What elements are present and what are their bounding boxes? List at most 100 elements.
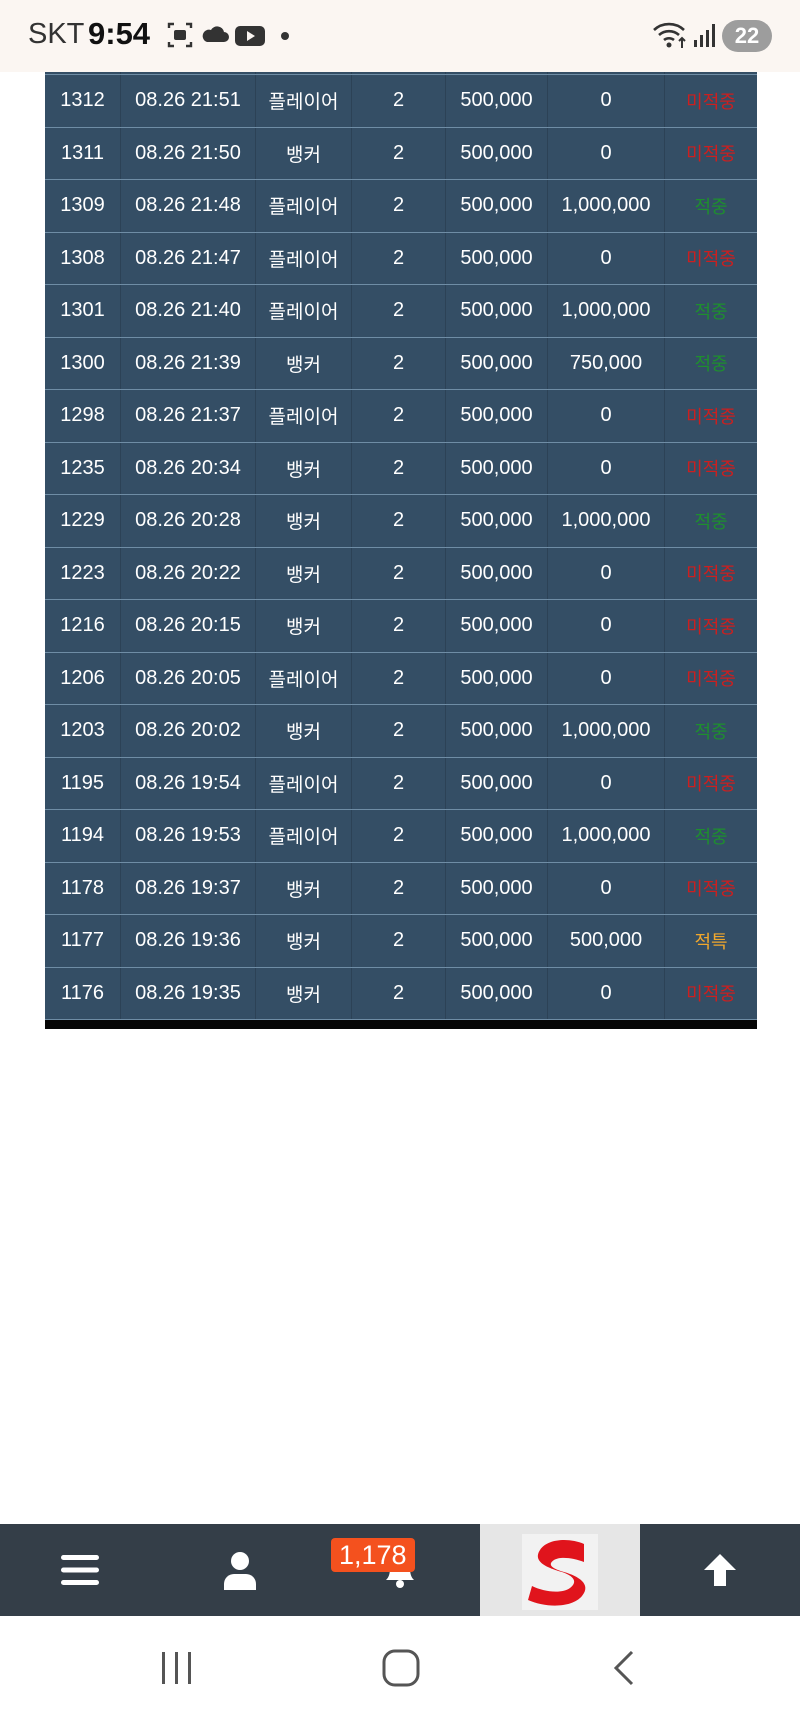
bet-id-cell: 1309 bbox=[45, 180, 121, 232]
win-amount-cell: 1,000,000 bbox=[548, 285, 665, 337]
pick-cell: 뱅커 bbox=[256, 337, 352, 389]
scroll-top-button[interactable] bbox=[680, 1524, 760, 1616]
win-amount-cell: 0 bbox=[548, 442, 665, 494]
bet-amount-cell: 500,000 bbox=[446, 547, 548, 599]
odds-cell: 2 bbox=[352, 180, 446, 232]
table-row: 1312 08.26 21:51 플레이어 2 500,000 0 미적중 bbox=[45, 75, 757, 128]
bet-amount-cell: 500,000 bbox=[446, 337, 548, 389]
pick-cell: 뱅커 bbox=[256, 600, 352, 652]
bet-time-cell: 08.26 21:39 bbox=[121, 337, 256, 389]
pick-cell: 플레이어 bbox=[256, 757, 352, 809]
odds-cell: 2 bbox=[352, 127, 446, 179]
result-cell: 미적중 bbox=[686, 91, 736, 113]
odds-cell: 2 bbox=[352, 285, 446, 337]
result-cell: 미적중 bbox=[686, 669, 736, 691]
odds-cell: 2 bbox=[352, 232, 446, 284]
table-row: 1216 08.26 20:15 뱅커 2 500,000 0 미적중 bbox=[45, 600, 757, 653]
bet-amount-cell: 500,000 bbox=[446, 705, 548, 757]
signal-icon bbox=[692, 20, 716, 50]
odds-cell: 2 bbox=[352, 600, 446, 652]
bet-time-cell: 08.26 21:50 bbox=[121, 127, 256, 179]
bet-time-cell: 08.26 21:48 bbox=[121, 180, 256, 232]
bet-id-cell: 1216 bbox=[45, 600, 121, 652]
site-logo-button[interactable] bbox=[480, 1524, 640, 1616]
bet-amount-cell: 500,000 bbox=[446, 915, 548, 967]
bet-time-cell: 08.26 19:53 bbox=[121, 810, 256, 862]
home-button[interactable] bbox=[378, 1646, 424, 1690]
win-amount-cell: 0 bbox=[548, 232, 665, 284]
bet-id-cell: 1223 bbox=[45, 547, 121, 599]
result-cell: 적중 bbox=[694, 511, 728, 533]
bet-id-cell: 1298 bbox=[45, 390, 121, 442]
odds-cell: 2 bbox=[352, 442, 446, 494]
pick-cell: 플레이어 bbox=[256, 232, 352, 284]
bet-amount-cell: 500,000 bbox=[446, 967, 548, 1019]
bet-id-cell: 1300 bbox=[45, 337, 121, 389]
table-row: 1308 08.26 21:47 플레이어 2 500,000 0 미적중 bbox=[45, 232, 757, 285]
pick-cell: 뱅커 bbox=[256, 495, 352, 547]
bet-amount-cell: 500,000 bbox=[446, 862, 548, 914]
bet-id-cell: 1311 bbox=[45, 127, 121, 179]
odds-cell: 2 bbox=[352, 810, 446, 862]
result-cell: 적중 bbox=[694, 196, 728, 218]
table-row: 1298 08.26 21:37 플레이어 2 500,000 0 미적중 bbox=[45, 390, 757, 443]
youtube-icon bbox=[234, 20, 266, 50]
win-amount-cell: 1,000,000 bbox=[548, 495, 665, 547]
result-cell: 미적중 bbox=[686, 144, 736, 166]
back-button[interactable] bbox=[604, 1646, 644, 1690]
pick-cell: 플레이어 bbox=[256, 390, 352, 442]
odds-cell: 2 bbox=[352, 757, 446, 809]
win-amount-cell: 1,000,000 bbox=[548, 180, 665, 232]
table-row: 1203 08.26 20:02 뱅커 2 500,000 1,000,000 적중 bbox=[45, 705, 757, 758]
win-amount-cell: 0 bbox=[548, 862, 665, 914]
bet-amount-cell: 500,000 bbox=[446, 442, 548, 494]
pick-cell: 플레이어 bbox=[256, 652, 352, 704]
pick-cell: 뱅커 bbox=[256, 915, 352, 967]
status-bar: SKT 9:54 22 bbox=[0, 0, 800, 72]
table-row: 1311 08.26 21:50 뱅커 2 500,000 0 미적중 bbox=[45, 127, 757, 180]
result-cell: 미적중 bbox=[686, 879, 736, 901]
pick-cell: 뱅커 bbox=[256, 967, 352, 1019]
win-amount-cell: 1,000,000 bbox=[548, 810, 665, 862]
result-cell: 미적중 bbox=[686, 406, 736, 428]
recent-apps-button[interactable] bbox=[150, 1646, 204, 1690]
pick-cell: 뱅커 bbox=[256, 127, 352, 179]
result-cell: 미적중 bbox=[686, 616, 736, 638]
bet-amount-cell: 500,000 bbox=[446, 180, 548, 232]
profile-button[interactable] bbox=[200, 1524, 280, 1616]
pick-cell: 뱅커 bbox=[256, 705, 352, 757]
bet-time-cell: 08.26 20:02 bbox=[121, 705, 256, 757]
carrier-label: SKT bbox=[28, 18, 85, 50]
table-row: 1176 08.26 19:35 뱅커 2 500,000 0 미적중 bbox=[45, 967, 757, 1020]
bet-time-cell: 08.26 20:15 bbox=[121, 600, 256, 652]
home-icon bbox=[382, 1649, 420, 1687]
bet-id-cell: 1177 bbox=[45, 915, 121, 967]
result-cell: 미적중 bbox=[686, 984, 736, 1006]
pick-cell: 뱅커 bbox=[256, 862, 352, 914]
result-cell: 적중 bbox=[694, 301, 728, 323]
table-row: 1229 08.26 20:28 뱅커 2 500,000 1,000,000 적중 bbox=[45, 495, 757, 548]
result-cell: 미적중 bbox=[686, 564, 736, 586]
bet-id-cell: 1178 bbox=[45, 862, 121, 914]
bet-id-cell: 1176 bbox=[45, 967, 121, 1019]
site-logo bbox=[522, 1534, 598, 1610]
win-amount-cell: 500,000 bbox=[548, 915, 665, 967]
clock: 9:54 bbox=[88, 16, 151, 51]
odds-cell: 2 bbox=[352, 705, 446, 757]
table-row: 1194 08.26 19:53 플레이어 2 500,000 1,000,000 적중 bbox=[45, 810, 757, 863]
menu-button[interactable] bbox=[40, 1524, 120, 1616]
table-row: 1235 08.26 20:34 뱅커 2 500,000 0 미적중 bbox=[45, 442, 757, 495]
notification-count-badge: 1,178 bbox=[331, 1538, 415, 1572]
battery-indicator: 22 bbox=[722, 20, 772, 52]
win-amount-cell: 0 bbox=[548, 75, 665, 127]
odds-cell: 2 bbox=[352, 967, 446, 1019]
pick-cell: 플레이어 bbox=[256, 75, 352, 127]
win-amount-cell: 750,000 bbox=[548, 337, 665, 389]
bet-time-cell: 08.26 20:28 bbox=[121, 495, 256, 547]
table-row: 1223 08.26 20:22 뱅커 2 500,000 0 미적중 bbox=[45, 547, 757, 600]
result-cell: 적중 bbox=[694, 721, 728, 743]
table-row: 1309 08.26 21:48 플레이어 2 500,000 1,000,000 적중 bbox=[45, 180, 757, 233]
wifi-icon bbox=[652, 20, 688, 50]
bet-time-cell: 08.26 19:37 bbox=[121, 862, 256, 914]
bet-time-cell: 08.26 19:35 bbox=[121, 967, 256, 1019]
